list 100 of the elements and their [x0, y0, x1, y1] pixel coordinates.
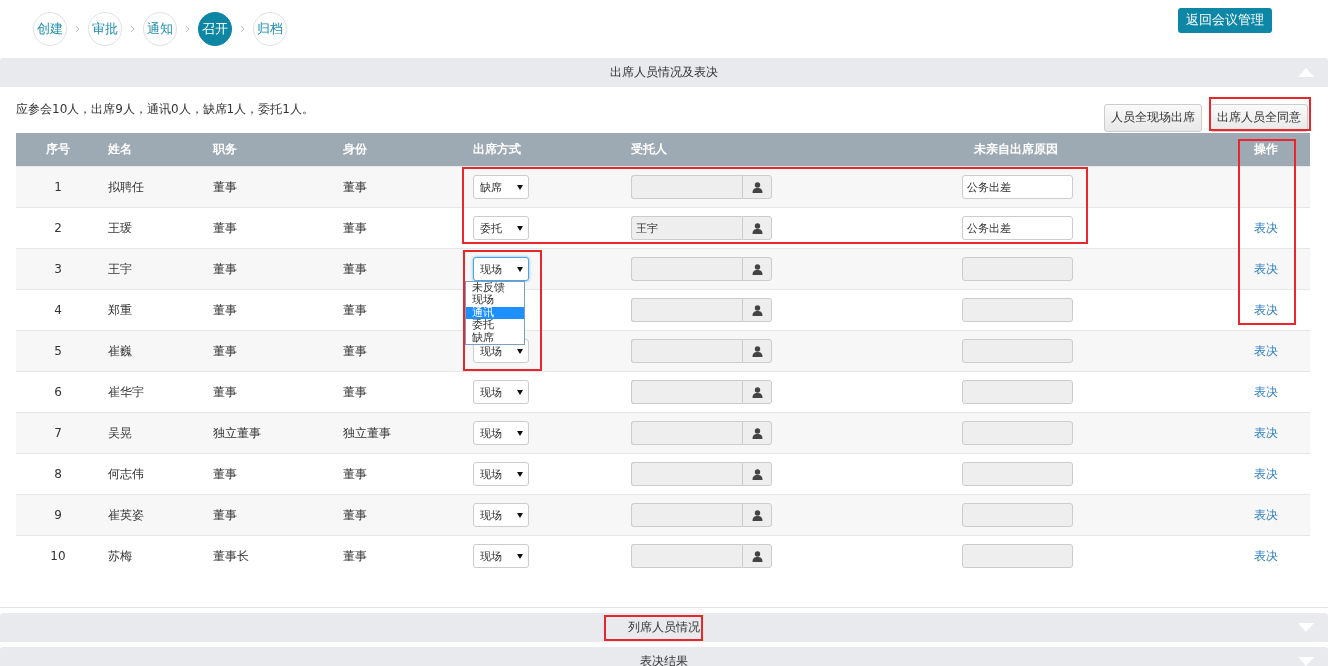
caret-icon: [517, 184, 523, 190]
section-header[interactable]: 表决结果: [0, 647, 1328, 666]
pick-person-button[interactable]: [742, 339, 772, 363]
section-header[interactable]: 列席人员情况: [0, 613, 1328, 642]
column-header: 身份: [343, 141, 367, 158]
delegate-field[interactable]: [631, 257, 742, 281]
vote-link[interactable]: 表决: [1254, 547, 1278, 565]
name-cell: 崔华宇: [108, 383, 144, 401]
row-number: 7: [54, 426, 62, 440]
position-cell: 董事: [213, 506, 237, 524]
column-header: 姓名: [108, 141, 132, 158]
caret-icon: [517, 225, 523, 231]
person-icon: [751, 509, 763, 521]
caret-icon: [517, 389, 523, 395]
person-icon: [751, 222, 763, 234]
delegate-field[interactable]: [631, 421, 742, 445]
vote-link[interactable]: 表决: [1254, 506, 1278, 524]
pick-person-button[interactable]: [742, 257, 772, 281]
role-cell: 董事: [343, 547, 367, 565]
caret-icon: [517, 430, 523, 436]
attendance-select[interactable]: 现场: [473, 421, 529, 445]
vote-link[interactable]: 表决: [1254, 465, 1278, 483]
chevron-icon: [75, 25, 80, 33]
pick-person-button[interactable]: [742, 544, 772, 568]
step-tab[interactable]: 归档: [253, 12, 287, 46]
role-cell: 董事: [343, 383, 367, 401]
delegate-field[interactable]: [631, 298, 742, 322]
pick-person-button[interactable]: [742, 462, 772, 486]
attendance-select[interactable]: 现场: [473, 544, 529, 568]
section-title: 列席人员情况: [628, 619, 700, 636]
vote-link[interactable]: 表决: [1254, 383, 1278, 401]
vote-link[interactable]: 表决: [1254, 342, 1278, 360]
attendance-select[interactable]: 委托: [473, 216, 529, 240]
caret-icon: [517, 471, 523, 477]
pick-person-button[interactable]: [742, 503, 772, 527]
vote-link[interactable]: 表决: [1254, 301, 1278, 319]
position-cell: 董事: [213, 260, 237, 278]
person-icon: [751, 386, 763, 398]
pick-person-button[interactable]: [742, 380, 772, 404]
delegate-field[interactable]: [631, 462, 742, 486]
delegate-field[interactable]: [631, 503, 742, 527]
column-header: 操作: [1254, 141, 1278, 158]
bulk-action-button[interactable]: 人员全现场出席: [1104, 103, 1202, 132]
caret-icon: [517, 553, 523, 559]
name-cell: 拟聘任: [108, 178, 144, 196]
delegate-field[interactable]: [631, 339, 742, 363]
column-header: 未亲自出席原因: [974, 141, 1058, 158]
attendance-select[interactable]: 现场: [473, 380, 529, 404]
position-cell: 董事: [213, 465, 237, 483]
position-cell: 董事: [213, 301, 237, 319]
name-cell: 王瑗: [108, 219, 132, 237]
dropdown-option[interactable]: 委托: [466, 319, 524, 332]
attendance-select[interactable]: 现场: [473, 257, 529, 281]
vote-link[interactable]: 表决: [1254, 260, 1278, 278]
position-cell: 独立董事: [213, 424, 261, 442]
pick-person-button[interactable]: [742, 216, 772, 240]
chevron-icon: [240, 25, 245, 33]
position-cell: 董事: [213, 342, 237, 360]
pick-person-button[interactable]: [742, 175, 772, 199]
delegate-field[interactable]: [631, 175, 742, 199]
pick-person-button[interactable]: [742, 298, 772, 322]
vote-link[interactable]: 表决: [1254, 424, 1278, 442]
name-cell: 苏梅: [108, 547, 132, 565]
step-tab[interactable]: 通知: [143, 12, 177, 46]
attendance-select[interactable]: 现场: [473, 503, 529, 527]
attendance-select[interactable]: 现场: [473, 462, 529, 486]
person-icon: [751, 345, 763, 357]
return-button[interactable]: 返回会议管理: [1178, 7, 1272, 33]
column-header: 职务: [213, 141, 237, 158]
role-cell: 董事: [343, 465, 367, 483]
step-tab[interactable]: 审批: [88, 12, 122, 46]
column-header: 出席方式: [473, 141, 521, 158]
row-number: 3: [54, 262, 62, 276]
delegate-field[interactable]: 王宇: [631, 216, 742, 240]
section-header[interactable]: 出席人员情况及表决: [0, 58, 1328, 87]
column-header: 序号: [46, 141, 70, 158]
row-number: 8: [54, 467, 62, 481]
row-number: 9: [54, 508, 62, 522]
pick-person-button[interactable]: [742, 421, 772, 445]
step-tab[interactable]: 召开: [198, 12, 232, 46]
delegate-field[interactable]: [631, 544, 742, 568]
role-cell: 董事: [343, 301, 367, 319]
attendance-summary: 应参会10人，出席9人，通讯0人，缺席1人，委托1人。: [16, 100, 314, 118]
section-title: 表决结果: [640, 653, 688, 666]
person-icon: [751, 181, 763, 193]
reason-field[interactable]: 公务出差: [962, 175, 1073, 199]
dropdown-option[interactable]: 现场: [466, 294, 524, 307]
vote-link[interactable]: 表决: [1254, 219, 1278, 237]
attendance-select[interactable]: 缺席: [473, 175, 529, 199]
step-tab[interactable]: 创建: [33, 12, 67, 46]
reason-field[interactable]: 公务出差: [962, 216, 1073, 240]
dropdown-option[interactable]: 未反馈: [466, 282, 524, 295]
section-title: 出席人员情况及表决: [610, 64, 718, 81]
role-cell: 董事: [343, 219, 367, 237]
person-icon: [751, 304, 763, 316]
delegate-field[interactable]: [631, 380, 742, 404]
name-cell: 何志伟: [108, 465, 144, 483]
person-icon: [751, 550, 763, 562]
bulk-action-button[interactable]: 出席人员全同意: [1210, 103, 1308, 132]
row-number: 4: [54, 303, 62, 317]
